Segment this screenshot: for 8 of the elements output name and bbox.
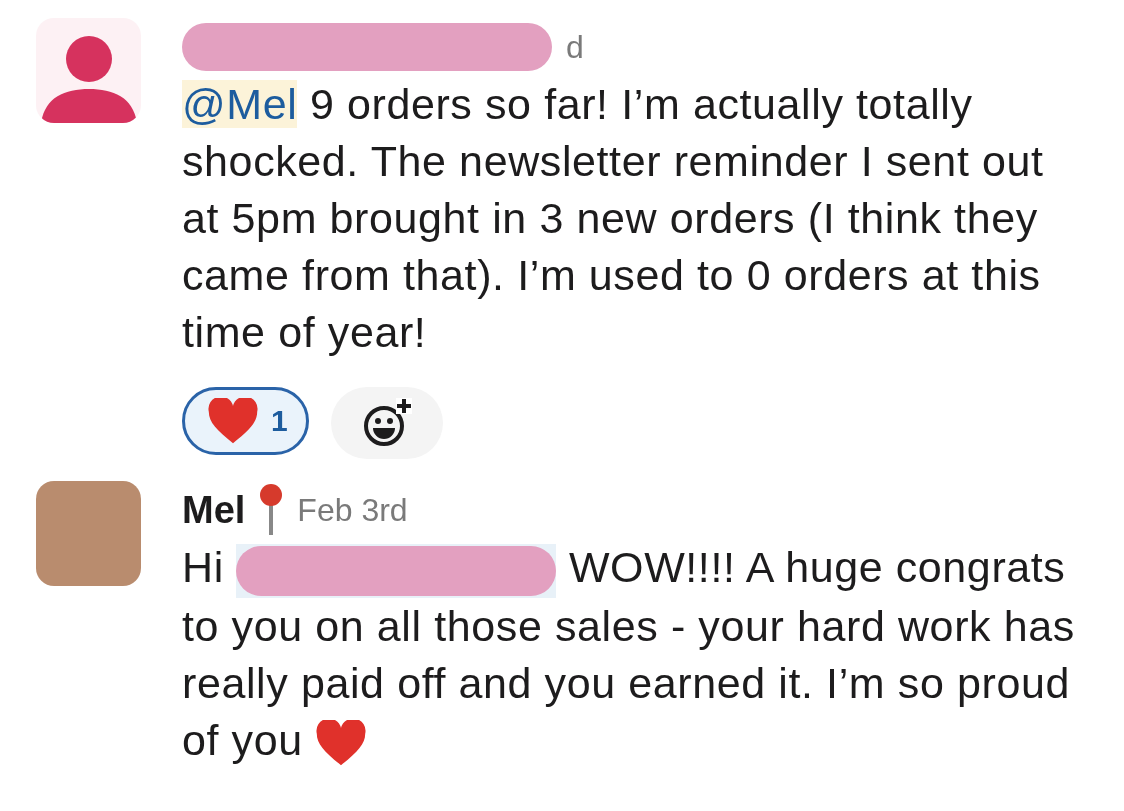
timestamp[interactable]: d xyxy=(566,28,584,66)
timestamp[interactable]: Feb 3rd xyxy=(297,491,408,529)
message-text: Hi WOW!!!! A huge congrats to you on all those sales - your hard work has really paid off and you earned it. I’m so proud of you xyxy=(182,539,1087,769)
mention-link[interactable]: @Mel xyxy=(182,80,298,128)
heart-icon xyxy=(207,397,259,445)
reaction-button[interactable]: 1 xyxy=(182,387,309,455)
author-name[interactable]: Mel xyxy=(182,488,246,532)
message-text: @Mel 9 orders so far! I’m actually totally shocked. The newsletter reminder I sent out at 5pm brought in 3 new orders (I think they came from that). I’m used to 0 orders at this time of year! xyxy=(182,79,1045,358)
